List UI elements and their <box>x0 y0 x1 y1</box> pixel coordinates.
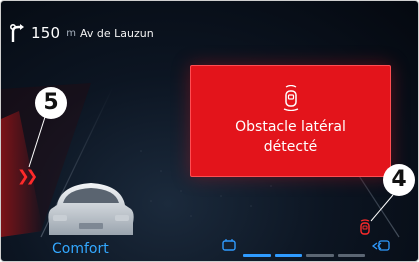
lane-segments <box>243 254 365 257</box>
lane-segment <box>337 254 365 257</box>
side-warning-chevrons-icon: ❯❯ <box>17 167 38 185</box>
alert-line-2: détecté <box>263 139 318 155</box>
obstacle-alert: Obstacle latéral détecté <box>190 65 391 177</box>
lane-segment <box>306 254 334 257</box>
callout-marker-5: 5 <box>35 87 67 119</box>
turn-right-icon <box>9 23 24 42</box>
navigation-bar: 150 m Av de Lauzun <box>9 23 154 43</box>
cluster-display: 150 m Av de Lauzun Obstacle latéral déte… <box>0 0 419 262</box>
obstacle-sensor-icon <box>283 85 298 111</box>
lane-keep-icon <box>222 239 236 251</box>
lane-segment <box>274 254 302 257</box>
nav-unit: m <box>66 27 76 39</box>
distance-warning-icon <box>371 240 390 251</box>
drive-mode-label: Comfort <box>52 241 109 257</box>
lane-segment <box>243 254 271 257</box>
nav-distance: 150 <box>31 24 61 42</box>
nav-street: Av de Lauzun <box>79 26 154 40</box>
car-rear-icon <box>48 183 134 235</box>
alert-line-1: Obstacle latéral <box>235 119 346 135</box>
front-sensor-icon <box>360 219 370 235</box>
lane-assist-indicator <box>221 239 391 259</box>
callout-marker-4: 4 <box>383 164 415 196</box>
